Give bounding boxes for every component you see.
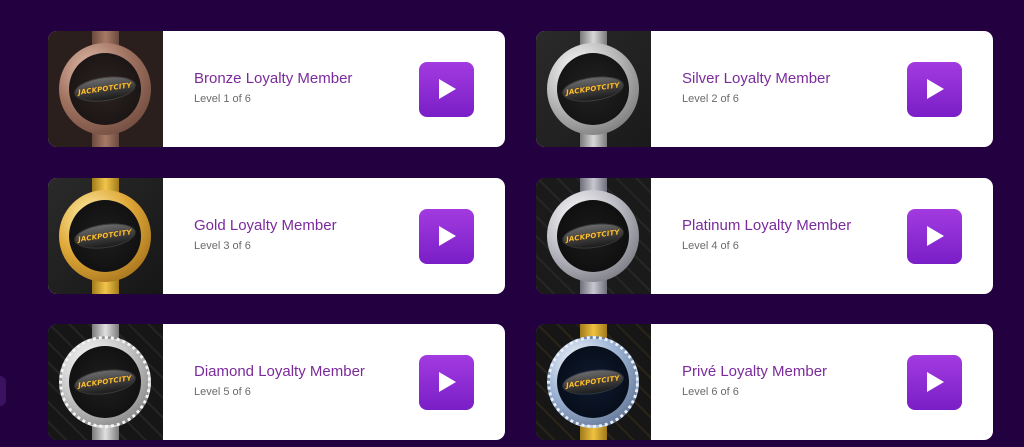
- card-info: Privé Loyalty Member Level 6 of 6: [651, 324, 907, 440]
- play-button[interactable]: [419, 61, 474, 117]
- card-title: Privé Loyalty Member: [682, 362, 828, 380]
- badge-inner: JACKPOTCITY: [69, 200, 141, 272]
- badge-thumbnail: JACKPOTCITY: [48, 178, 163, 294]
- loyalty-card-platinum[interactable]: JACKPOTCITY Platinum Loyalty Member Leve…: [536, 178, 993, 294]
- card-info: Gold Loyalty Member Level 3 of 6: [163, 178, 419, 294]
- badge-inner: JACKPOTCITY: [69, 346, 141, 418]
- play-icon: [438, 226, 456, 246]
- badge-logo-text: JACKPOTCITY: [77, 228, 133, 244]
- card-level: Level 5 of 6: [194, 385, 251, 398]
- play-button[interactable]: [907, 354, 962, 410]
- badge-ring: JACKPOTCITY: [59, 336, 151, 428]
- play-icon: [926, 79, 944, 99]
- badge-logo-text: JACKPOTCITY: [565, 228, 621, 244]
- play-icon: [438, 79, 456, 99]
- badge-ring: JACKPOTCITY: [59, 190, 151, 282]
- loyalty-card-gold[interactable]: JACKPOTCITY Gold Loyalty Member Level 3 …: [48, 178, 505, 294]
- play-button[interactable]: [907, 208, 962, 264]
- loyalty-card-prive[interactable]: JACKPOTCITY Privé Loyalty Member Level 6…: [536, 324, 993, 440]
- loyalty-card-diamond[interactable]: JACKPOTCITY Diamond Loyalty Member Level…: [48, 324, 505, 440]
- badge-ring: JACKPOTCITY: [547, 336, 639, 428]
- card-info: Diamond Loyalty Member Level 5 of 6: [163, 324, 419, 440]
- badge-logo-text: JACKPOTCITY: [565, 81, 621, 97]
- badge-ring: JACKPOTCITY: [59, 43, 151, 135]
- card-level: Level 2 of 6: [682, 92, 739, 105]
- badge-thumbnail: JACKPOTCITY: [536, 324, 651, 440]
- play-icon: [926, 372, 944, 392]
- badge-inner: JACKPOTCITY: [557, 200, 629, 272]
- card-info: Bronze Loyalty Member Level 1 of 6: [163, 31, 419, 147]
- badge-inner: JACKPOTCITY: [557, 53, 629, 125]
- carousel-edge-indicator: [0, 376, 6, 406]
- play-icon: [926, 226, 944, 246]
- badge-logo-text: JACKPOTCITY: [77, 81, 133, 97]
- card-title: Platinum Loyalty Member: [682, 216, 852, 234]
- blimp-logo: JACKPOTCITY: [73, 366, 137, 398]
- card-title: Bronze Loyalty Member: [194, 69, 353, 87]
- play-button[interactable]: [419, 208, 474, 264]
- blimp-logo: JACKPOTCITY: [561, 366, 625, 398]
- play-icon: [438, 372, 456, 392]
- blimp-logo: JACKPOTCITY: [73, 73, 137, 105]
- blimp-logo: JACKPOTCITY: [561, 220, 625, 252]
- play-button[interactable]: [907, 61, 962, 117]
- card-info: Silver Loyalty Member Level 2 of 6: [651, 31, 907, 147]
- badge-logo-text: JACKPOTCITY: [77, 374, 133, 390]
- blimp-logo: JACKPOTCITY: [73, 220, 137, 252]
- card-level: Level 4 of 6: [682, 239, 739, 252]
- loyalty-card-silver[interactable]: JACKPOTCITY Silver Loyalty Member Level …: [536, 31, 993, 147]
- card-title: Gold Loyalty Member: [194, 216, 337, 234]
- card-level: Level 6 of 6: [682, 385, 739, 398]
- badge-thumbnail: JACKPOTCITY: [536, 178, 651, 294]
- badge-inner: JACKPOTCITY: [69, 53, 141, 125]
- badge-ring: JACKPOTCITY: [547, 190, 639, 282]
- card-level: Level 3 of 6: [194, 239, 251, 252]
- badge-ring: JACKPOTCITY: [547, 43, 639, 135]
- play-button[interactable]: [419, 354, 474, 410]
- card-info: Platinum Loyalty Member Level 4 of 6: [651, 178, 907, 294]
- card-level: Level 1 of 6: [194, 92, 251, 105]
- badge-inner: JACKPOTCITY: [557, 346, 629, 418]
- badge-logo-text: JACKPOTCITY: [565, 374, 621, 390]
- loyalty-card-bronze[interactable]: JACKPOTCITY Bronze Loyalty Member Level …: [48, 31, 505, 147]
- badge-thumbnail: JACKPOTCITY: [536, 31, 651, 147]
- card-title: Silver Loyalty Member: [682, 69, 831, 87]
- card-title: Diamond Loyalty Member: [194, 362, 365, 380]
- blimp-logo: JACKPOTCITY: [561, 73, 625, 105]
- badge-thumbnail: JACKPOTCITY: [48, 31, 163, 147]
- badge-thumbnail: JACKPOTCITY: [48, 324, 163, 440]
